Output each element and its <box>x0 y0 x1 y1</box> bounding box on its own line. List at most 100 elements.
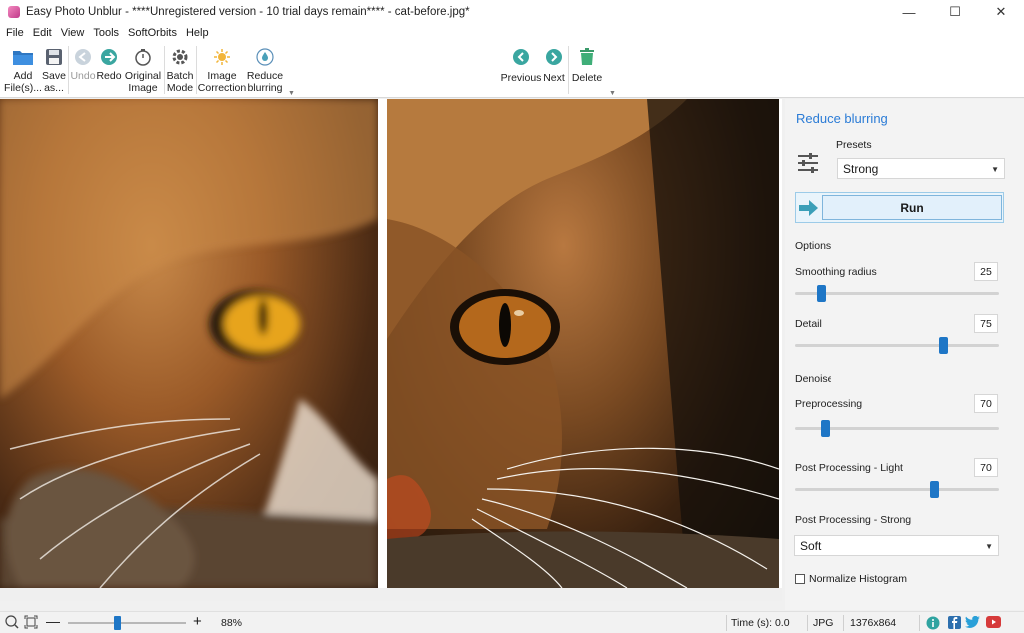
delete-button[interactable]: Delete <box>571 44 603 98</box>
sliders-icon <box>797 152 819 177</box>
toolbar-separator <box>164 46 165 94</box>
zoom-out-button[interactable]: — <box>46 613 60 629</box>
redo-button[interactable]: Redo <box>96 44 122 98</box>
title-bar: Easy Photo Unblur - ****Unregistered ver… <box>0 0 1024 24</box>
minimize-button[interactable]: — <box>886 0 932 24</box>
app-icon <box>8 6 20 18</box>
previous-button[interactable]: Previous <box>500 44 542 98</box>
toolbar-separator <box>568 46 569 94</box>
undo-button[interactable]: Undo <box>70 44 96 98</box>
denoise-heading: Denoise <box>795 373 831 385</box>
info-icon[interactable] <box>926 616 940 633</box>
toolbar-overflow-icon[interactable]: ▼ <box>288 90 295 97</box>
checkbox-box[interactable] <box>795 574 805 584</box>
post-processing-light-label: Post Processing - Light <box>795 462 903 474</box>
toolbar: Add File(s)... Save as... Undo Redo Orig… <box>0 42 1024 98</box>
chevron-down-icon: ▼ <box>991 165 999 174</box>
preprocessing-label: Preprocessing <box>795 398 863 410</box>
save-as-button[interactable]: Save as... <box>42 44 66 98</box>
youtube-icon[interactable] <box>986 616 1001 631</box>
image-canvas[interactable] <box>0 99 782 601</box>
reduce-blurring-button[interactable]: Reduce blurring <box>246 44 284 98</box>
post-processing-strong-value: Soft <box>800 538 822 553</box>
trash-icon <box>579 44 595 70</box>
post-processing-strong-dropdown[interactable]: Soft ▼ <box>794 535 999 556</box>
detail-label: Detail <box>795 318 822 330</box>
toolbar-separator <box>68 46 69 94</box>
canvas-footer <box>0 588 782 601</box>
smoothing-radius-thumb[interactable] <box>817 285 826 302</box>
post-processing-light-slider[interactable] <box>795 488 999 491</box>
batch-mode-label: Batch Mode <box>166 70 194 94</box>
maximize-button[interactable]: ☐ <box>932 0 978 24</box>
arrow-left-icon <box>512 44 530 70</box>
folder-icon <box>12 44 34 70</box>
undo-label: Undo <box>70 70 96 82</box>
original-image-icon <box>134 44 152 70</box>
arrow-right-icon <box>545 44 563 70</box>
next-button[interactable]: Next <box>542 44 566 98</box>
window-controls: — ☐ ✕ <box>886 0 1024 24</box>
menu-bar: File Edit View Tools SoftOrbits Help <box>0 24 1024 42</box>
time-readout: Time (s): 0.0 <box>731 617 790 629</box>
window-title: Easy Photo Unblur - ****Unregistered ver… <box>26 6 470 18</box>
zoom-in-button[interactable]: + <box>193 613 202 630</box>
zoom-thumb[interactable] <box>114 616 121 630</box>
detail-value[interactable]: 75 <box>974 314 998 333</box>
twitter-icon[interactable] <box>965 615 980 632</box>
sun-icon <box>213 44 231 70</box>
redo-label: Redo <box>96 70 122 82</box>
droplet-icon <box>256 44 274 70</box>
facebook-icon[interactable] <box>948 616 961 632</box>
menu-view[interactable]: View <box>61 27 85 39</box>
original-image-button[interactable]: Original Image <box>123 44 163 98</box>
next-label: Next <box>543 72 565 84</box>
settings-panel: Reduce blurring Presets Strong ▼ Run Opt… <box>785 99 1024 610</box>
smoothing-radius-label: Smoothing radius <box>795 266 877 278</box>
before-image <box>0 99 378 588</box>
zoom-slider[interactable] <box>68 622 186 624</box>
presets-label: Presets <box>836 139 872 151</box>
normalize-histogram-checkbox[interactable]: Normalize Histogram <box>795 573 907 585</box>
previous-label: Previous <box>500 72 542 84</box>
post-processing-light-value[interactable]: 70 <box>974 458 998 477</box>
after-image <box>387 99 779 588</box>
image-dimensions: 1376x864 <box>850 617 897 629</box>
menu-file[interactable]: File <box>6 27 24 39</box>
toolbar-overflow-icon[interactable]: ▼ <box>609 90 616 97</box>
post-processing-strong-label: Post Processing - Strong <box>795 514 912 526</box>
detail-slider[interactable] <box>795 344 999 347</box>
status-separator <box>807 615 808 631</box>
menu-softorbits[interactable]: SoftOrbits <box>128 27 177 39</box>
smoothing-radius-value[interactable]: 25 <box>974 262 998 281</box>
close-button[interactable]: ✕ <box>978 0 1024 24</box>
original-image-label: Original Image <box>124 70 162 94</box>
options-heading: Options <box>795 240 832 252</box>
gear-icon <box>171 44 189 70</box>
run-container: Run <box>795 192 1004 223</box>
image-correction-button[interactable]: Image Correction <box>198 44 246 98</box>
post-processing-light-thumb[interactable] <box>930 481 939 498</box>
delete-label: Delete <box>571 72 603 84</box>
batch-mode-button[interactable]: Batch Mode <box>166 44 194 98</box>
image-format: JPG <box>813 617 834 629</box>
add-files-button[interactable]: Add File(s)... <box>4 44 42 98</box>
normalize-histogram-label: Normalize Histogram <box>809 573 908 585</box>
zoom-reset-icon[interactable] <box>5 615 19 632</box>
save-as-label: Save as... <box>42 70 66 94</box>
preprocessing-thumb[interactable] <box>821 420 830 437</box>
detail-thumb[interactable] <box>939 337 948 354</box>
preprocessing-value[interactable]: 70 <box>974 394 998 413</box>
menu-help[interactable]: Help <box>186 27 209 39</box>
zoom-level: 88% <box>221 617 243 629</box>
save-icon <box>45 44 63 70</box>
chevron-down-icon: ▼ <box>985 542 993 551</box>
menu-edit[interactable]: Edit <box>33 27 52 39</box>
undo-icon <box>74 44 92 70</box>
presets-value: Strong <box>843 161 879 176</box>
run-button[interactable]: Run <box>822 195 1002 220</box>
presets-dropdown[interactable]: Strong ▼ <box>837 158 1005 179</box>
reduce-blurring-label: Reduce blurring <box>246 70 284 94</box>
fit-to-window-icon[interactable] <box>24 615 38 632</box>
menu-tools[interactable]: Tools <box>93 27 119 39</box>
